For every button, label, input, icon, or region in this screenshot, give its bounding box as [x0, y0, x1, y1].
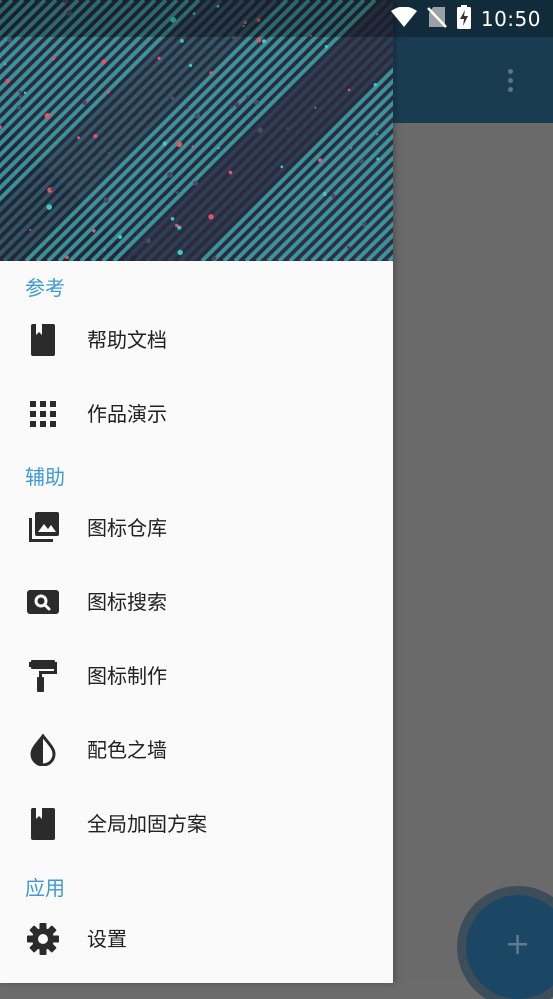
book-icon: [26, 807, 60, 841]
no-sim-icon: [426, 6, 447, 32]
drawer-header-image: [0, 0, 393, 261]
menu-item-icon-maker[interactable]: 图标制作: [0, 646, 393, 706]
menu-item-label: 图标搜索: [87, 590, 167, 614]
menu-item-icon-library[interactable]: 图标仓库: [0, 498, 393, 558]
photo-library-icon: [26, 511, 60, 545]
wifi-icon: [390, 6, 417, 31]
menu-item-icon-search[interactable]: 图标搜索: [0, 572, 393, 632]
menu-item-help-docs[interactable]: 帮助文档: [0, 310, 393, 370]
menu-item-label: 图标制作: [87, 664, 167, 688]
grid-icon: [26, 397, 60, 431]
header-pattern: [0, 0, 393, 261]
menu-item-showcase[interactable]: 作品演示: [0, 384, 393, 444]
section-label-reference: 参考: [25, 276, 65, 300]
book-icon: [26, 323, 60, 357]
status-time: 10:50: [480, 6, 541, 31]
menu-item-settings[interactable]: 设置: [0, 909, 393, 969]
menu-item-color-wall[interactable]: 配色之墙: [0, 720, 393, 780]
navigation-drawer: 参考 帮助文档 作品演示 辅助 图标仓库 图标搜索 图标制作 配色之墙 全局加固…: [0, 0, 393, 983]
menu-item-global-hardening[interactable]: 全局加固方案: [0, 794, 393, 854]
contrast-drop-icon: [26, 733, 60, 767]
more-vert-icon[interactable]: [490, 60, 530, 100]
menu-item-label: 全局加固方案: [87, 812, 207, 836]
menu-item-label: 图标仓库: [87, 516, 167, 540]
section-label-tools: 辅助: [25, 465, 65, 489]
paint-roller-icon: [26, 659, 60, 693]
menu-item-label: 作品演示: [87, 402, 167, 426]
menu-item-label: 配色之墙: [87, 738, 167, 762]
settings-gear-icon: [26, 922, 60, 956]
battery-charging-icon: [456, 4, 471, 33]
plus-icon: +: [505, 927, 531, 962]
status-bar: 10:50: [0, 0, 553, 37]
section-label-app: 应用: [25, 876, 65, 900]
menu-item-label: 设置: [87, 927, 127, 951]
menu-item-label: 帮助文档: [87, 328, 167, 352]
image-search-icon: [26, 585, 60, 619]
